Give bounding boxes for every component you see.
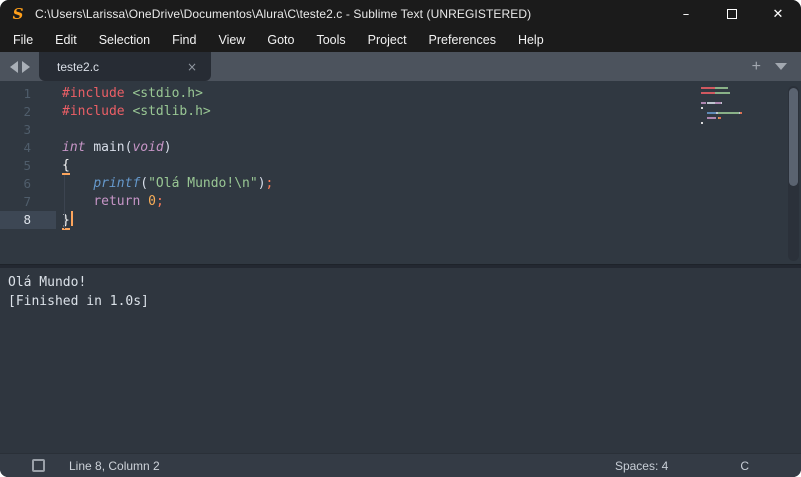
code-line-6[interactable]: 6 printf("Olá Mundo!\n"); bbox=[0, 175, 801, 193]
code-line-2[interactable]: 2#include <stdlib.h> bbox=[0, 103, 801, 121]
code-area: 1#include <stdio.h>2#include <stdlib.h>3… bbox=[0, 85, 801, 229]
code-line-3[interactable]: 3 bbox=[0, 121, 801, 139]
line-content: int main(void) bbox=[56, 139, 172, 157]
tab-actions: + bbox=[752, 52, 801, 81]
next-tab-icon[interactable] bbox=[22, 61, 30, 73]
menu-item-goto[interactable]: Goto bbox=[256, 28, 305, 52]
menu-item-edit[interactable]: Edit bbox=[44, 28, 88, 52]
code-line-5[interactable]: 5{ bbox=[0, 157, 801, 175]
menu-item-view[interactable]: View bbox=[207, 28, 256, 52]
line-number: 8 bbox=[0, 211, 56, 229]
minimap-row bbox=[701, 112, 761, 114]
code-line-1[interactable]: 1#include <stdio.h> bbox=[0, 85, 801, 103]
tab-close-icon[interactable]: × bbox=[183, 58, 201, 76]
minimap-row bbox=[701, 87, 761, 89]
menu-item-find[interactable]: Find bbox=[161, 28, 207, 52]
line-number: 3 bbox=[0, 121, 56, 139]
indent-guide bbox=[64, 175, 65, 229]
editor-scrollbar[interactable] bbox=[788, 86, 799, 261]
sublime-logo-icon: S bbox=[10, 6, 26, 22]
window-controls: – ✕ bbox=[663, 0, 801, 28]
minimap-row bbox=[701, 122, 761, 124]
close-button[interactable]: ✕ bbox=[755, 0, 801, 28]
line-content: #include <stdio.h> bbox=[56, 85, 203, 103]
line-content: #include <stdlib.h> bbox=[56, 103, 211, 121]
minimap-row bbox=[701, 107, 761, 109]
line-number: 7 bbox=[0, 193, 56, 211]
code-line-8[interactable]: 8} bbox=[0, 211, 801, 229]
line-number: 2 bbox=[0, 103, 56, 121]
menu-item-file[interactable]: File bbox=[2, 28, 44, 52]
line-content: printf("Olá Mundo!\n"); bbox=[56, 175, 273, 193]
minimap-row bbox=[701, 97, 761, 99]
tab-bar: teste2.c × + bbox=[0, 52, 801, 81]
tab-teste2c[interactable]: teste2.c × bbox=[39, 52, 211, 81]
output-line: [Finished in 1.0s] bbox=[8, 292, 793, 311]
syntax-mode[interactable]: C bbox=[740, 459, 749, 473]
line-number: 1 bbox=[0, 85, 56, 103]
tab-overflow-icon[interactable] bbox=[775, 63, 787, 70]
minimize-button[interactable]: – bbox=[663, 0, 709, 28]
menu-item-selection[interactable]: Selection bbox=[88, 28, 161, 52]
menu-bar: FileEditSelectionFindViewGotoToolsProjec… bbox=[0, 28, 801, 52]
status-square-icon[interactable] bbox=[32, 459, 45, 472]
menu-item-project[interactable]: Project bbox=[357, 28, 418, 52]
prev-tab-icon[interactable] bbox=[10, 61, 18, 73]
tab-label: teste2.c bbox=[57, 60, 183, 74]
sublime-text-window: S C:\Users\Larissa\OneDrive\Documentos\A… bbox=[0, 0, 801, 477]
scrollbar-thumb[interactable] bbox=[789, 88, 798, 186]
minimap[interactable] bbox=[701, 87, 761, 127]
minimap-row bbox=[701, 117, 761, 119]
minimap-row bbox=[701, 102, 761, 104]
menu-item-help[interactable]: Help bbox=[507, 28, 555, 52]
output-line: Olá Mundo! bbox=[8, 273, 793, 292]
build-output-panel: Olá Mundo![Finished in 1.0s] bbox=[0, 268, 801, 453]
line-number: 4 bbox=[0, 139, 56, 157]
menu-item-tools[interactable]: Tools bbox=[305, 28, 356, 52]
status-bar: Line 8, Column 2 Spaces: 4 C bbox=[0, 453, 801, 477]
indent-setting[interactable]: Spaces: 4 bbox=[615, 459, 668, 473]
minimap-row bbox=[701, 92, 761, 94]
maximize-icon bbox=[727, 9, 737, 19]
code-editor[interactable]: 1#include <stdio.h>2#include <stdlib.h>3… bbox=[0, 81, 801, 264]
tab-nav bbox=[0, 52, 39, 81]
line-number: 6 bbox=[0, 175, 56, 193]
status-right: Spaces: 4 C bbox=[615, 459, 801, 473]
new-tab-icon[interactable]: + bbox=[752, 59, 761, 75]
line-number: 5 bbox=[0, 157, 56, 175]
title-bar: S C:\Users\Larissa\OneDrive\Documentos\A… bbox=[0, 0, 801, 28]
code-line-4[interactable]: 4int main(void) bbox=[0, 139, 801, 157]
window-title: C:\Users\Larissa\OneDrive\Documentos\Alu… bbox=[35, 7, 531, 21]
text-caret bbox=[71, 211, 73, 226]
line-content: return 0; bbox=[56, 193, 164, 211]
maximize-button[interactable] bbox=[709, 0, 755, 28]
line-content bbox=[56, 121, 62, 139]
menu-item-preferences[interactable]: Preferences bbox=[418, 28, 507, 52]
line-content: { bbox=[56, 157, 70, 175]
cursor-position: Line 8, Column 2 bbox=[69, 459, 160, 473]
code-line-7[interactable]: 7 return 0; bbox=[0, 193, 801, 211]
